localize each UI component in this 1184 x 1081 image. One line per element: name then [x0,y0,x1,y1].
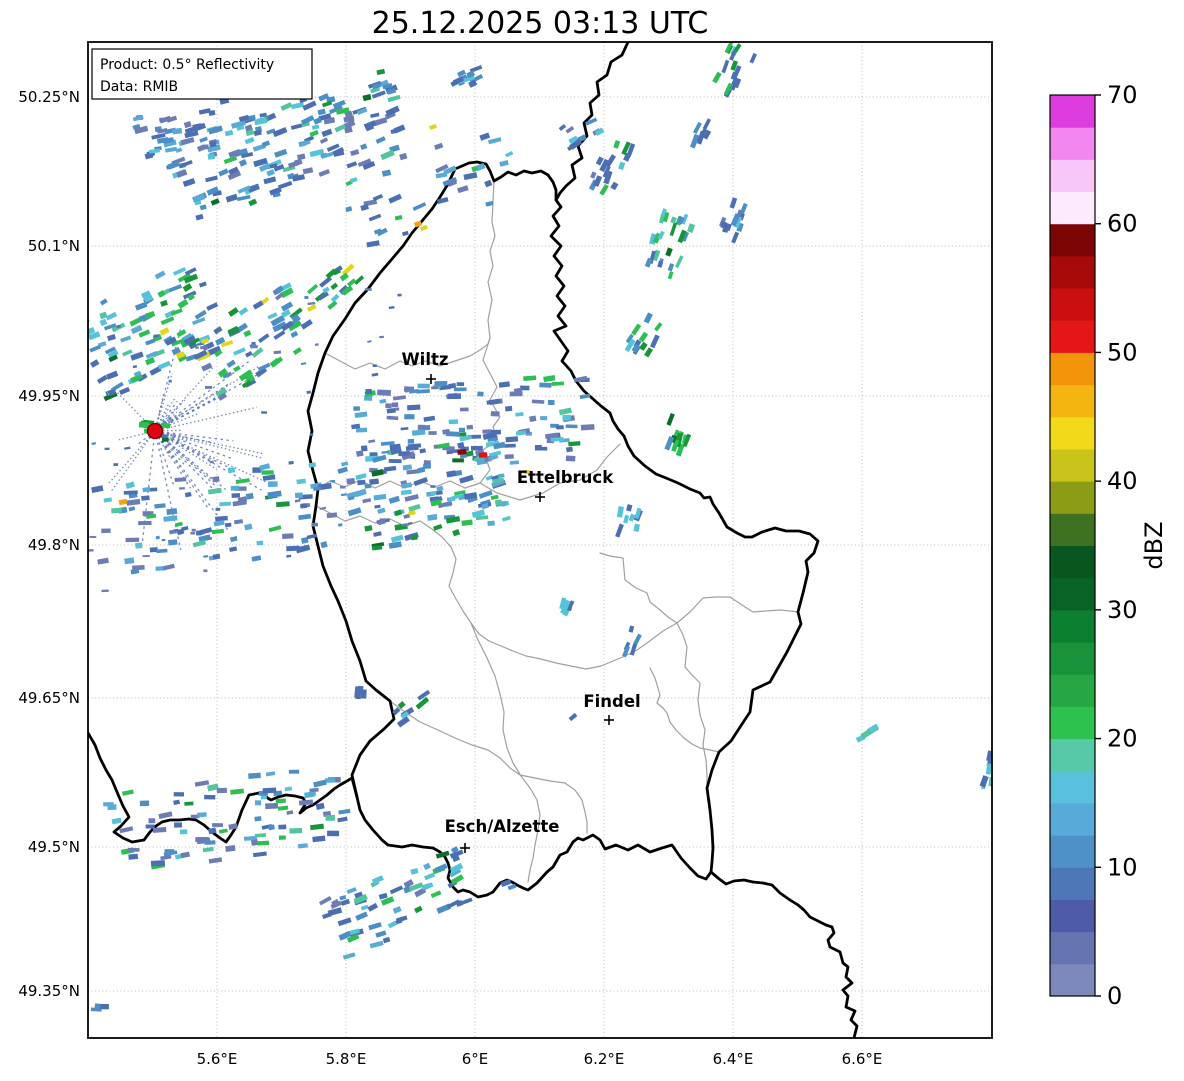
city-label-ettelbruck: Ettelbruck [517,468,614,487]
y-tick-label: 49.65°N [18,689,80,707]
graticule-layer [88,42,992,1038]
x-tick-label: 5.6°E [197,1050,238,1068]
colorbar-tick-label: 70 [1107,81,1138,109]
colorbar: 0 10 20 30 40 50 60 70 [1049,81,1138,1010]
reflectivity-echo-layer [88,42,992,1012]
colorbar-tick-label: 20 [1107,725,1138,753]
axis-tick-labels: 5.6°E 5.8°E 6°E 6.2°E 6.4°E 6.6°E 50.25°N 50.1°… [18,88,882,1068]
y-tick-label: 49.8°N [28,536,80,554]
x-tick-label: 6.4°E [713,1050,754,1068]
map-frame [87,41,993,1039]
colorbar-tick-label: 0 [1107,982,1122,1010]
radar-reflectivity-figure: 25.12.2025 03:13 UTC Wiltz Ettelbruck Find… [18,6,1168,1068]
x-tick-label: 6°E [462,1050,489,1068]
x-tick-label: 6.2°E [584,1050,625,1068]
figure-title: 25.12.2025 03:13 UTC [372,6,709,41]
colorbar-tick-label: 30 [1107,596,1138,624]
district-borders-layer [315,180,799,883]
x-tick-label: 5.8°E [326,1050,367,1068]
colorbar-tick-label: 50 [1107,338,1138,366]
y-tick-label: 49.5°N [28,838,80,856]
radar-site-dot [146,422,164,440]
y-tick-label: 49.35°N [18,982,80,1000]
y-tick-label: 49.95°N [18,387,80,405]
y-tick-label: 50.1°N [28,237,80,255]
city-label-findel: Findel [583,692,640,711]
city-markers-layer: Wiltz Ettelbruck Findel Esch/Alzette [401,350,641,853]
colorbar-axis-label: dBZ [1140,521,1168,569]
radar-site-marker [146,422,164,440]
y-tick-label: 50.25°N [18,88,80,106]
colorbar-tick-label: 60 [1107,210,1138,238]
colorbar-tick-label: 10 [1107,853,1138,881]
product-info-box: Product: 0.5° Reflectivity Data: RMIB [91,48,313,100]
info-product-line: Product: 0.5° Reflectivity [100,57,274,73]
city-label-wiltz: Wiltz [401,350,448,369]
city-label-esch-alzette: Esch/Alzette [445,817,560,836]
x-tick-label: 6.6°E [842,1050,883,1068]
colorbar-tick-label: 40 [1107,467,1138,495]
info-data-line: Data: RMIB [100,79,178,95]
